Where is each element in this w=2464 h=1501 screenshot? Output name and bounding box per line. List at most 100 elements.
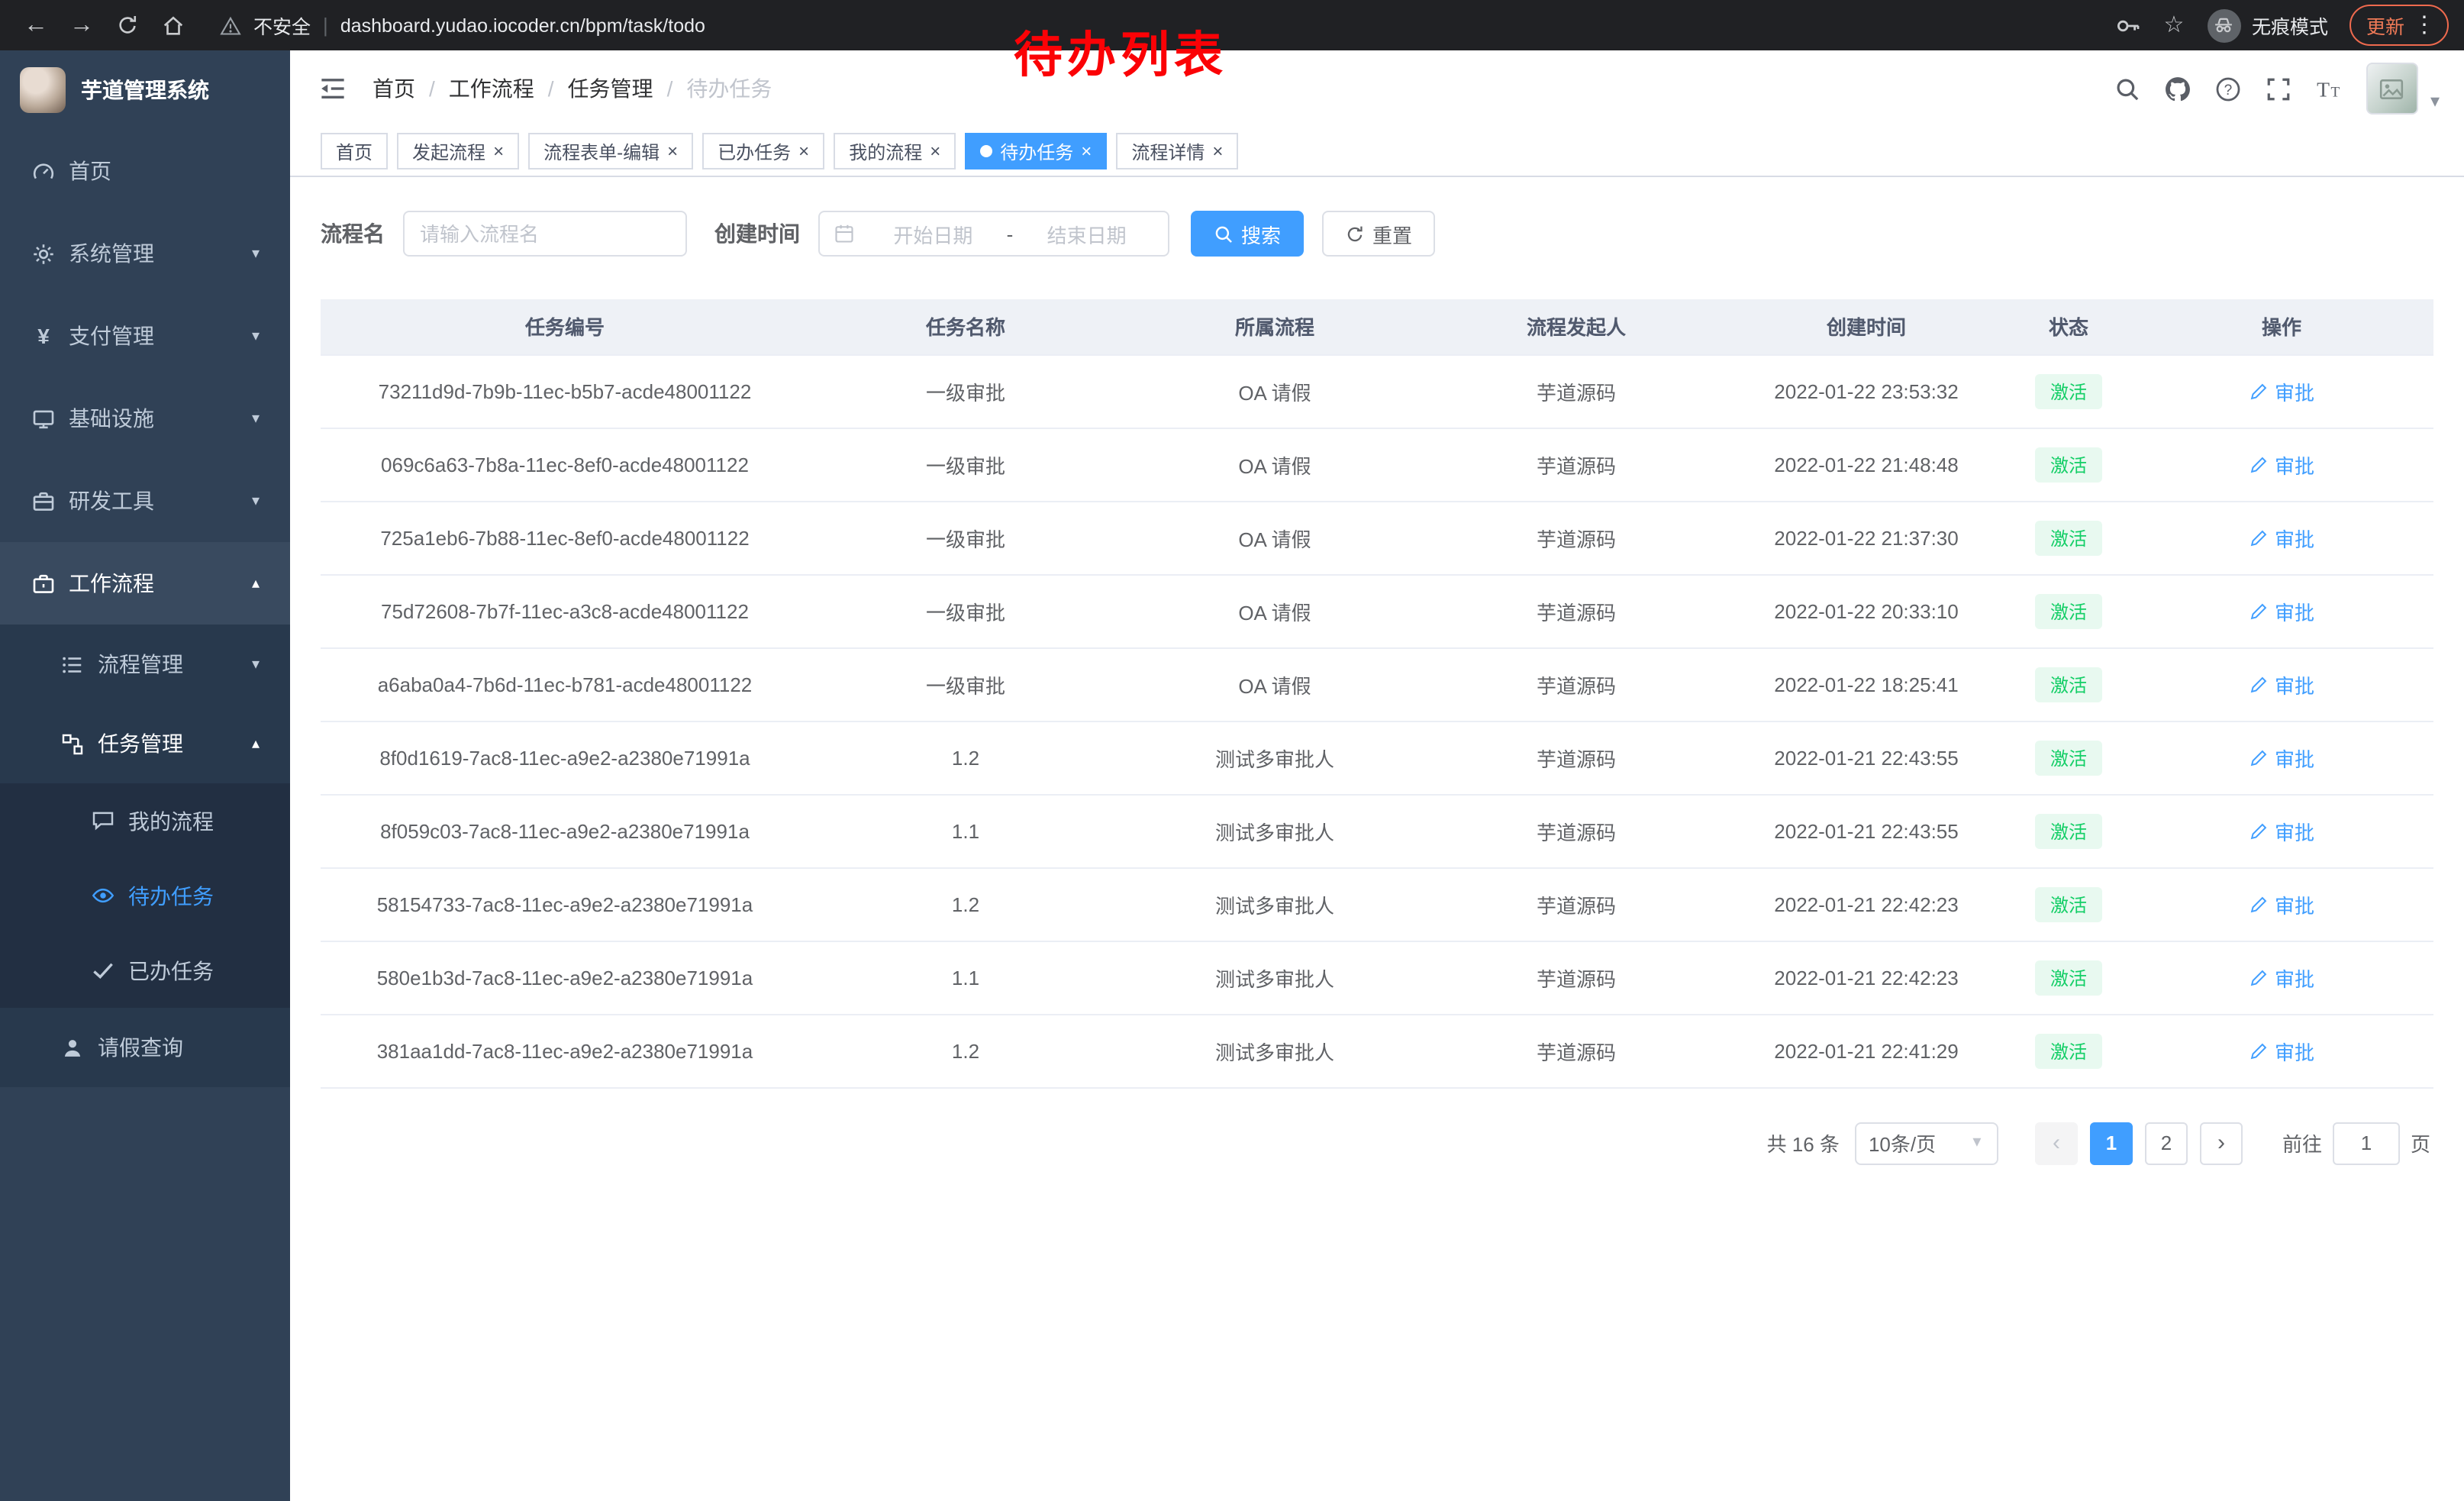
fullscreen-icon[interactable] xyxy=(2266,76,2291,102)
reset-button-label: 重置 xyxy=(1372,219,1412,248)
sidebar-item-label: 支付管理 xyxy=(69,321,154,351)
tab-5[interactable]: 待办任务× xyxy=(965,133,1107,169)
create-time-label: 创建时间 xyxy=(714,218,800,249)
tab-1[interactable]: 发起流程× xyxy=(397,133,519,169)
sidebar-item-my-process[interactable]: 我的流程 xyxy=(0,783,290,858)
approve-link[interactable]: 审批 xyxy=(2249,816,2314,845)
status-badge: 激活 xyxy=(2035,813,2102,848)
table-row: 58154733-7ac8-11ec-a9e2-a2380e71991a1.2测… xyxy=(321,867,2433,941)
home-button[interactable] xyxy=(153,5,194,46)
chevron-down-icon: ▾ xyxy=(252,410,260,427)
cell-task-name: 一级审批 xyxy=(809,574,1122,647)
approve-link-label: 审批 xyxy=(2275,523,2314,552)
home-icon xyxy=(162,14,185,37)
approve-link[interactable]: 审批 xyxy=(2249,743,2314,772)
collapse-sidebar-icon[interactable] xyxy=(319,75,347,102)
breadcrumb-item-2[interactable]: 任务管理 xyxy=(568,73,653,104)
end-date-input[interactable]: 结束日期 xyxy=(1019,219,1154,248)
forward-button[interactable]: → xyxy=(61,5,102,46)
process-name-input[interactable] xyxy=(403,211,687,257)
start-date-input[interactable]: 开始日期 xyxy=(866,219,1001,248)
cell-task-name: 一级审批 xyxy=(809,501,1122,574)
caret-down-icon[interactable]: ▾ xyxy=(2430,90,2440,111)
github-icon[interactable] xyxy=(2165,76,2191,102)
chevron-down-icon: ▾ xyxy=(252,492,260,509)
goto-page-input[interactable] xyxy=(2333,1122,2400,1164)
sidebar-item-home[interactable]: 首页 xyxy=(0,130,290,212)
approve-link[interactable]: 审批 xyxy=(2249,670,2314,699)
font-size-icon[interactable]: TT xyxy=(2316,76,2342,102)
approve-link[interactable]: 审批 xyxy=(2249,596,2314,625)
sidebar-item-process-mgmt[interactable]: 流程管理▾ xyxy=(0,625,290,704)
sidebar-item-todo-task[interactable]: 待办任务 xyxy=(0,858,290,933)
chevron-right-icon: › xyxy=(2209,1131,2233,1155)
cell-initiator: 芋道源码 xyxy=(1427,574,1725,647)
tab-4[interactable]: 我的流程× xyxy=(834,133,956,169)
cell-task-name: 1.2 xyxy=(809,867,1122,941)
key-icon[interactable] xyxy=(2116,13,2140,37)
approve-link[interactable]: 审批 xyxy=(2249,523,2314,552)
close-icon[interactable]: × xyxy=(798,142,809,160)
chevron-down-icon: ▾ xyxy=(252,328,260,344)
prev-page-button[interactable]: ‹ xyxy=(2035,1122,2078,1164)
star-icon[interactable]: ☆ xyxy=(2162,13,2186,37)
address-bar[interactable]: 不安全 | dashboard.yudao.iocoder.cn/bpm/tas… xyxy=(220,11,705,40)
close-icon[interactable]: × xyxy=(930,142,940,160)
cell-created: 2022-01-21 22:42:23 xyxy=(1725,941,2008,1014)
edit-icon xyxy=(2249,601,2269,621)
sidebar-item-label: 待办任务 xyxy=(128,880,214,911)
edit-icon xyxy=(2249,1041,2269,1060)
app-logo[interactable]: 芋道管理系统 xyxy=(0,50,290,130)
next-page-button[interactable]: › xyxy=(2200,1122,2243,1164)
security-label: 不安全 xyxy=(253,11,311,40)
sidebar-item-task-mgmt[interactable]: 任务管理▴ xyxy=(0,704,290,783)
search-button[interactable]: 搜索 xyxy=(1191,211,1304,257)
gear-icon xyxy=(32,242,55,265)
edit-icon xyxy=(2249,747,2269,767)
reset-button[interactable]: 重置 xyxy=(1322,211,1435,257)
close-icon[interactable]: × xyxy=(1081,142,1092,160)
search-icon[interactable] xyxy=(2114,76,2140,102)
sidebar-item-payment[interactable]: ¥支付管理▾ xyxy=(0,295,290,377)
image-icon xyxy=(2379,76,2405,102)
sidebar-item-infra[interactable]: 基础设施▾ xyxy=(0,377,290,460)
page-button-2[interactable]: 2 xyxy=(2145,1122,2188,1164)
caret-down-icon: ▾ xyxy=(1969,1135,1985,1151)
page-header: 首页/工作流程/任务管理/待办任务 ? TT ▾ xyxy=(290,50,2464,127)
page-button-1[interactable]: 1 xyxy=(2090,1122,2133,1164)
sidebar-item-leave-query[interactable]: 请假查询 xyxy=(0,1008,290,1087)
filter-form: 流程名 创建时间 开始日期 - 结束日期 搜索 重置 xyxy=(321,211,2433,257)
update-button[interactable]: 更新 ⋮ xyxy=(2350,5,2449,46)
cell-created: 2022-01-22 21:37:30 xyxy=(1725,501,2008,574)
sidebar-item-workflow[interactable]: 工作流程▴ xyxy=(0,542,290,625)
cell-initiator: 芋道源码 xyxy=(1427,428,1725,501)
approve-link[interactable]: 审批 xyxy=(2249,1036,2314,1065)
tab-2[interactable]: 流程表单-编辑× xyxy=(528,133,693,169)
user-avatar[interactable] xyxy=(2366,63,2418,115)
page-size-value: 10条/页 xyxy=(1869,1128,1936,1157)
approve-link[interactable]: 审批 xyxy=(2249,963,2314,992)
help-icon[interactable]: ? xyxy=(2215,76,2241,102)
back-button[interactable]: ← xyxy=(15,5,56,46)
approve-link[interactable]: 审批 xyxy=(2249,376,2314,405)
approve-link[interactable]: 审批 xyxy=(2249,889,2314,918)
breadcrumb-item-0[interactable]: 首页 xyxy=(373,73,415,104)
page-size-select[interactable]: 10条/页 ▾ xyxy=(1855,1122,1998,1164)
forward-arrow-icon: → xyxy=(70,14,93,37)
close-icon[interactable]: × xyxy=(1212,142,1223,160)
tab-0[interactable]: 首页 xyxy=(321,133,388,169)
reload-button[interactable] xyxy=(107,5,148,46)
tab-6[interactable]: 流程详情× xyxy=(1116,133,1238,169)
close-icon[interactable]: × xyxy=(667,142,678,160)
table-row: 580e1b3d-7ac8-11ec-a9e2-a2380e71991a1.1测… xyxy=(321,941,2433,1014)
close-icon[interactable]: × xyxy=(493,142,504,160)
sidebar-item-done-task[interactable]: 已办任务 xyxy=(0,933,290,1008)
date-range-picker[interactable]: 开始日期 - 结束日期 xyxy=(818,211,1169,257)
kebab-menu-icon[interactable]: ⋮ xyxy=(2417,13,2432,37)
chevron-up-icon: ▴ xyxy=(252,735,260,752)
tab-3[interactable]: 已办任务× xyxy=(702,133,824,169)
approve-link[interactable]: 审批 xyxy=(2249,450,2314,479)
breadcrumb-item-1[interactable]: 工作流程 xyxy=(449,73,534,104)
sidebar-item-system[interactable]: 系统管理▾ xyxy=(0,212,290,295)
sidebar-item-devtools[interactable]: 研发工具▾ xyxy=(0,460,290,542)
